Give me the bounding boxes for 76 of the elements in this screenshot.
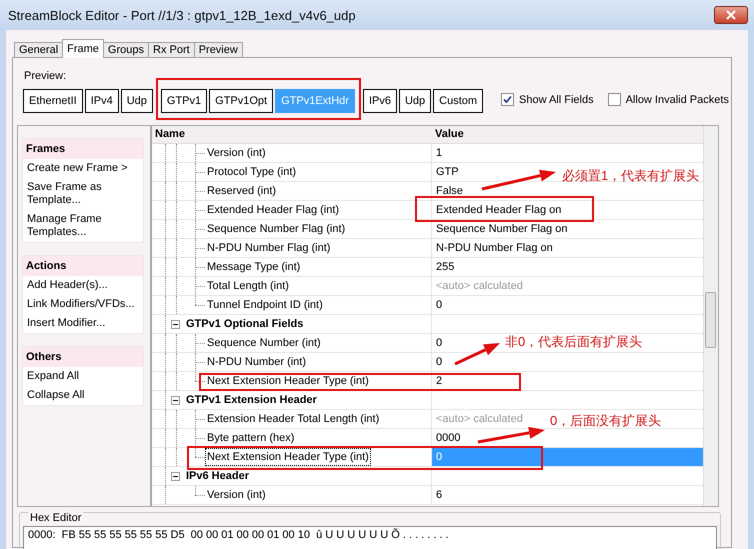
action-link[interactable]: Create new Frame >: [23, 159, 143, 178]
field-name[interactable]: N-PDU Number (int): [205, 353, 308, 371]
field-name[interactable]: Tunnel Endpoint ID (int): [205, 296, 325, 314]
header-button[interactable]: EthernetII: [23, 89, 83, 113]
field-value[interactable]: 6: [436, 489, 442, 501]
section-title: Actions: [23, 256, 143, 276]
action-link[interactable]: Add Header(s)...: [23, 276, 143, 295]
action-link[interactable]: Expand All: [23, 367, 143, 386]
close-button[interactable]: [714, 6, 748, 24]
field-value[interactable]: 0: [436, 356, 442, 368]
tab[interactable]: Preview: [194, 42, 243, 58]
arrow: [454, 343, 500, 366]
header-button[interactable]: IPv4: [84, 89, 119, 113]
field-name[interactable]: Version (int): [205, 144, 268, 162]
section-title: Others: [23, 347, 143, 367]
field-name[interactable]: Sequence Number (int): [205, 334, 323, 352]
column-header: Value: [434, 127, 465, 142]
field-name[interactable]: Next Extension Header Type (int): [205, 372, 371, 390]
annotation-text: 非0，代表后面有扩展头: [505, 333, 642, 351]
window-title: StreamBlock Editor - Port //1/3 : gtpv1_12B_1exd_v4v6_udp: [8, 8, 356, 22]
field-name[interactable]: Total Length (int): [205, 277, 291, 295]
collapse-icon[interactable]: [171, 472, 180, 480]
field-value[interactable]: 0: [436, 299, 442, 311]
close-icon: [726, 10, 736, 20]
header-button[interactable]: GTPv1Opt: [209, 89, 274, 113]
section-title: Frames: [23, 139, 143, 159]
field-value[interactable]: 1: [436, 147, 442, 159]
header-button[interactable]: IPv6: [362, 89, 397, 113]
field-name[interactable]: Extension Header Total Length (int): [205, 410, 382, 428]
field-value[interactable]: 0: [436, 337, 442, 349]
annotation-text: 必须置1，代表有扩展头: [562, 167, 700, 185]
header-button[interactable]: Udp: [398, 89, 432, 113]
checkbox-label: Show All Fields: [519, 94, 594, 106]
arrow: [478, 426, 545, 444]
collapse-icon[interactable]: [171, 396, 180, 404]
field-name[interactable]: Reserved (int): [205, 182, 278, 200]
field-value[interactable]: 2: [436, 375, 442, 387]
field-value[interactable]: Sequence Number Flag on: [436, 223, 568, 235]
header-button[interactable]: GTPv1: [160, 89, 208, 113]
header-button[interactable]: Custom: [433, 89, 484, 113]
group-title: Hex Editor: [28, 512, 84, 524]
checkbox-label: Allow Invalid Packets: [626, 94, 729, 106]
tab[interactable]: General: [14, 42, 64, 58]
group-name: GTPv1 Optional Fields: [185, 317, 304, 332]
field-name[interactable]: Extended Header Flag (int): [205, 201, 342, 219]
group-name: GTPv1 Extension Header: [185, 393, 318, 408]
field-name[interactable]: Protocol Type (int): [205, 163, 298, 181]
checkbox[interactable]: [608, 93, 621, 106]
field-value[interactable]: N-PDU Number Flag on: [436, 242, 553, 254]
checkbox[interactable]: [501, 93, 514, 106]
hex-text-area[interactable]: 0000: FB 55 55 55 55 55 55 D5 00 00 01 00 00 01 00 10 û U U U U U U Õ . . . . . . . .: [23, 526, 717, 549]
annotation-text: 0，后面没有扩展头: [550, 412, 662, 430]
tab[interactable]: Rx Port: [148, 42, 195, 58]
scrollbar[interactable]: [703, 126, 718, 506]
action-link[interactable]: Link Modifiers/VFDs...: [23, 295, 143, 314]
column-header: Name: [154, 127, 186, 142]
group-name: IPv6 Header: [185, 469, 250, 484]
header-button[interactable]: Udp: [120, 89, 153, 113]
action-link[interactable]: Insert Modifier...: [23, 314, 143, 333]
action-link[interactable]: Collapse All: [23, 386, 143, 405]
preview-label: Preview:: [24, 70, 66, 82]
field-value[interactable]: GTP: [436, 166, 459, 178]
field-value[interactable]: 0000: [436, 432, 460, 444]
field-name[interactable]: N-PDU Number Flag (int): [205, 239, 332, 257]
field-name[interactable]: Byte pattern (hex): [205, 429, 296, 447]
field-value[interactable]: Extended Header Flag on: [436, 204, 562, 216]
collapse-icon[interactable]: [171, 320, 180, 328]
field-name[interactable]: Message Type (int): [205, 258, 302, 276]
action-link[interactable]: Manage Frame Templates...: [23, 210, 143, 242]
field-name[interactable]: Version (int): [205, 486, 268, 504]
field-name[interactable]: Next Extension Header Type (int): [205, 448, 371, 466]
action-link[interactable]: Save Frame as Template...: [23, 178, 143, 210]
field-value[interactable]: False: [436, 185, 463, 197]
tab[interactable]: Frame: [62, 39, 104, 58]
field-value[interactable]: 255: [436, 261, 454, 273]
field-name[interactable]: Sequence Number Flag (int): [205, 220, 348, 238]
